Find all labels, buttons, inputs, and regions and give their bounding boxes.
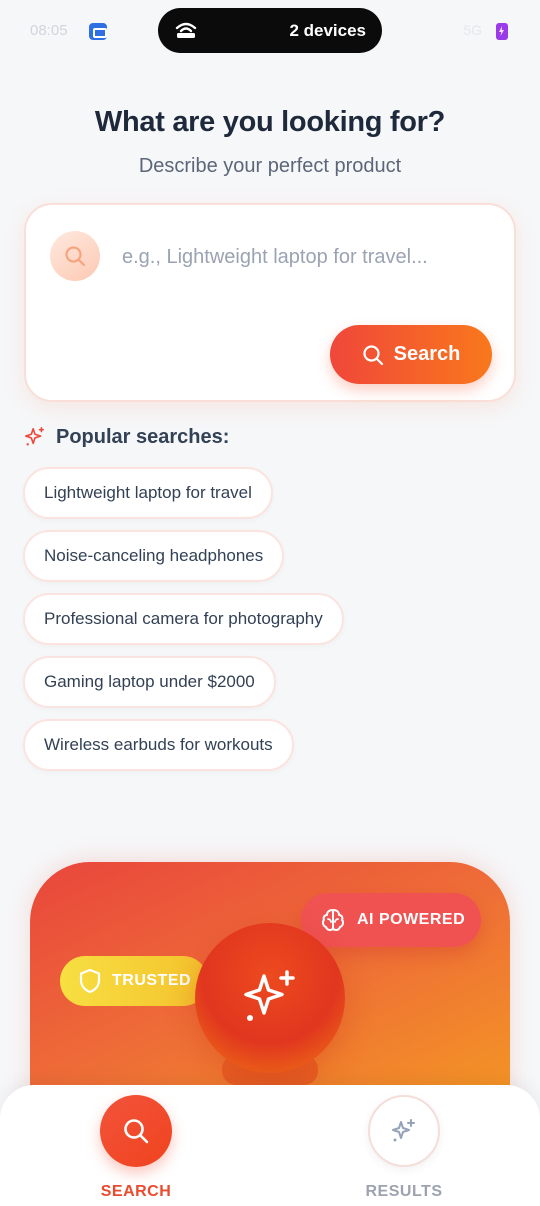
connected-devices-pill[interactable]: 2 devices [158, 8, 382, 53]
page-subtitle: Describe your perfect product [138, 155, 402, 177]
search-button[interactable]: Search [330, 325, 492, 384]
search-icon [65, 246, 86, 267]
popular-search-chip[interactable]: Professional camera for photography [23, 593, 344, 645]
popular-search-chip[interactable]: Noise-canceling headphones [23, 530, 285, 582]
battery-charging-icon [496, 23, 508, 40]
status-time: 08:05 [30, 22, 68, 39]
bottom-nav: SEARCH RESULTS [0, 1085, 540, 1206]
network-indicator: 5G [463, 22, 482, 38]
popular-search-chip[interactable]: Wireless earbuds for workouts [23, 719, 294, 771]
popular-searches-heading: Popular searches: [56, 425, 230, 448]
search-icon [363, 344, 383, 365]
popular-searches-header: Popular searches: [24, 424, 229, 450]
nav-tab-results[interactable]: RESULTS [349, 1095, 459, 1201]
status-bar: 08:05 2 devices 5G [0, 0, 540, 62]
hotspot-icon [175, 22, 197, 38]
search-button-label: Search [393, 343, 461, 365]
popular-search-chip[interactable]: Lightweight laptop for travel [23, 467, 273, 519]
page-title: What are you looking for? [94, 106, 446, 138]
sparkles-icon [392, 1119, 415, 1142]
trusted-badge: TRUSTED [60, 956, 208, 1006]
ai-powered-badge: AI POWERED [301, 893, 481, 947]
nav-tab-search[interactable]: SEARCH [81, 1095, 191, 1201]
nav-results-label: RESULTS [365, 1183, 443, 1200]
popular-searches-list: Lightweight laptop for travel Noise-canc… [23, 467, 523, 782]
search-card: Search [24, 203, 516, 402]
devices-count-label: 2 devices [289, 21, 366, 40]
brain-icon [321, 909, 345, 932]
trusted-label: TRUSTED [112, 972, 192, 989]
nav-search-label: SEARCH [100, 1183, 172, 1200]
sparkles-icon [25, 427, 45, 446]
nav-results-button[interactable] [368, 1095, 440, 1167]
sparkle-orb [195, 923, 345, 1073]
gallery-app-icon [89, 23, 107, 40]
nav-search-button[interactable] [100, 1095, 172, 1167]
search-input[interactable] [122, 241, 492, 273]
search-badge [50, 231, 100, 281]
popular-search-chip[interactable]: Gaming laptop under $2000 [23, 656, 276, 708]
ai-powered-label: AI POWERED [357, 911, 466, 928]
shield-icon [79, 968, 101, 994]
sparkles-icon [244, 970, 295, 1021]
search-icon [124, 1119, 149, 1144]
